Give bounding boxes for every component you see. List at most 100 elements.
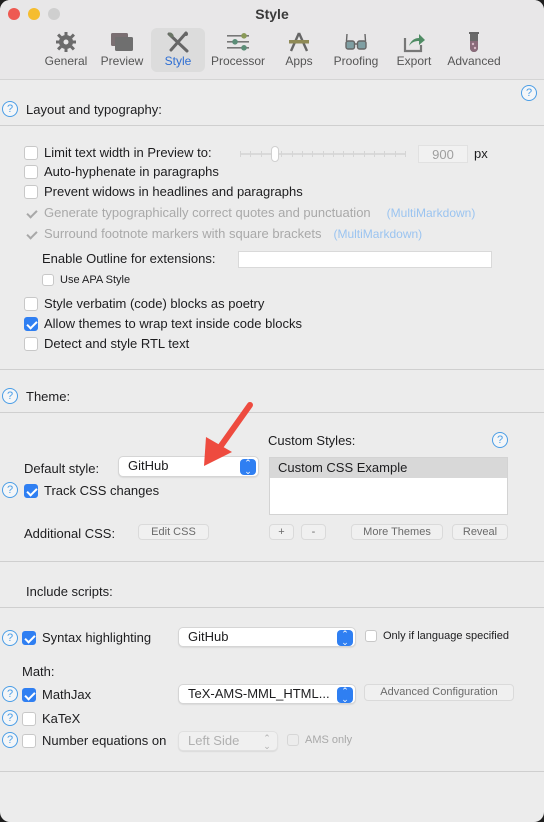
slider-tick [260,151,262,157]
track-css-label: Track CSS changes [44,483,160,498]
only-if-language-option: Only if language specified [365,630,509,642]
gear-icon [56,32,76,52]
multimarkdown-note: (MultiMarkdown) [333,226,423,241]
default-style-value: GitHub [128,458,169,473]
tab-export-label: Export [396,54,432,68]
additional-css-label: Additional CSS: [24,526,116,541]
number-equations-option: Number equations on [22,733,166,748]
ams-only-label: AMS only [305,734,353,746]
tab-apps[interactable]: Apps [274,28,324,72]
sliders-icon [227,33,249,51]
only-if-language-checkbox[interactable] [365,630,377,642]
section-divider [0,412,544,413]
outline-extensions-input[interactable] [238,251,492,268]
verbatim-poetry-checkbox[interactable] [24,296,38,311]
smart-quotes-checkbox[interactable] [24,205,38,220]
popup-arrows-icon: ⌃ ⌄ [337,630,353,647]
slider-thumb[interactable] [270,146,279,162]
smart-quotes-label: Generate typographically correct quotes … [44,205,371,220]
text-width-field[interactable]: 900 [418,145,468,163]
tab-export[interactable]: Export [390,28,438,72]
section-divider [0,771,544,772]
syntax-help-icon[interactable]: ? [2,630,18,646]
more-themes-button[interactable]: More Themes [351,524,443,540]
track-css-help-icon[interactable]: ? [2,482,18,498]
syntax-highlighting-label: Syntax highlighting [42,630,152,645]
advanced-configuration-button[interactable]: Advanced Configuration [364,684,514,701]
tab-general[interactable]: General [40,28,92,72]
tab-preview[interactable]: Preview [96,28,148,72]
popup-arrows-icon: ⌃ ⌄ [337,687,353,704]
rtl-option: Detect and style RTL text [24,336,189,351]
number-equations-label: Number equations on [42,733,167,748]
default-style-select[interactable]: GitHub ⌃ ⌄ [118,456,259,477]
auto-hyphenate-checkbox[interactable] [24,164,38,179]
wrap-code-checkbox[interactable] [24,316,38,331]
outline-extensions-label: Enable Outline for extensions: [42,251,216,266]
section-divider [0,369,544,370]
katex-checkbox[interactable] [22,711,36,726]
limit-width-checkbox[interactable] [24,145,38,160]
apps-icon [289,32,309,52]
footnote-brackets-option: Surround footnote markers with square br… [24,226,422,241]
smart-quotes-option: Generate typographically correct quotes … [24,205,475,220]
edit-css-button[interactable]: Edit CSS [138,524,209,540]
katex-help-icon[interactable]: ? [2,710,18,726]
footnote-brackets-checkbox[interactable] [24,226,38,241]
theme-section-title: Theme: [26,389,71,404]
slider-tick [240,151,241,157]
syntax-theme-select[interactable]: GitHub ⌃ ⌄ [178,627,356,647]
default-style-label: Default style: [24,461,100,476]
number-equations-checkbox[interactable] [22,733,36,748]
help-icon[interactable]: ? [521,85,537,101]
popup-arrows-icon: ⌃ ⌄ [263,733,271,751]
tab-style[interactable]: Style [151,28,205,72]
katex-label: KaTeX [42,711,81,726]
add-style-button[interactable]: + [269,524,294,540]
slider-tick [281,151,283,157]
tab-processor[interactable]: Processor [208,28,268,72]
tab-advanced[interactable]: Advanced [444,28,504,72]
mathjax-help-icon[interactable]: ? [2,686,18,702]
tab-proofing[interactable]: Proofing [328,28,384,72]
theme-help-icon[interactable]: ? [2,388,18,404]
equation-side-select[interactable]: Left Side ⌃ ⌄ [178,731,278,751]
slider-tick [291,151,293,157]
limit-width-label: Limit text width in Preview to: [44,145,212,160]
section-divider [0,561,544,562]
custom-styles-help-icon[interactable]: ? [492,432,508,448]
slider-tick [363,151,365,157]
custom-styles-list[interactable]: Custom CSS Example [269,457,508,515]
mathjax-config-select[interactable]: TeX-AMS-MML_HTML... ⌃ ⌄ [178,684,356,704]
syntax-highlighting-checkbox[interactable] [22,630,36,645]
custom-style-item[interactable]: Custom CSS Example [270,458,507,478]
apa-style-option: Use APA Style [42,274,130,286]
section-divider [0,125,544,126]
mathjax-label: MathJax [42,687,92,702]
mathjax-checkbox[interactable] [22,687,36,702]
prevent-widows-option: Prevent widows in headlines and paragrap… [24,184,303,199]
limit-width-option: Limit text width in Preview to: [24,145,212,160]
number-equations-help-icon[interactable]: ? [2,732,18,748]
track-css-checkbox[interactable] [24,483,38,498]
tab-preview-label: Preview [100,54,144,68]
only-if-language-label: Only if language specified [383,630,509,642]
apa-style-checkbox[interactable] [42,274,54,286]
prevent-widows-checkbox[interactable] [24,184,38,199]
layout-help-icon[interactable]: ? [2,101,18,117]
track-css-option: Track CSS changes [24,483,159,498]
wrap-code-label: Allow themes to wrap text inside code bl… [44,316,302,331]
footnote-brackets-label: Surround footnote markers with square br… [44,226,322,241]
syntax-highlighting-option: Syntax highlighting [22,630,151,645]
rtl-checkbox[interactable] [24,336,38,351]
mathjax-config-value: TeX-AMS-MML_HTML... [188,686,330,701]
prevent-widows-label: Prevent widows in headlines and paragrap… [44,184,303,199]
slider-tick [384,151,386,157]
brush-pencil-icon [167,31,189,53]
slider-tick [332,151,334,157]
remove-style-button[interactable]: - [301,524,326,540]
style-preferences-window: Style General Preview Style Processor Ap… [0,0,544,822]
ams-only-checkbox[interactable] [287,734,299,746]
reveal-button[interactable]: Reveal [452,524,508,540]
equation-side-value: Left Side [188,733,240,748]
